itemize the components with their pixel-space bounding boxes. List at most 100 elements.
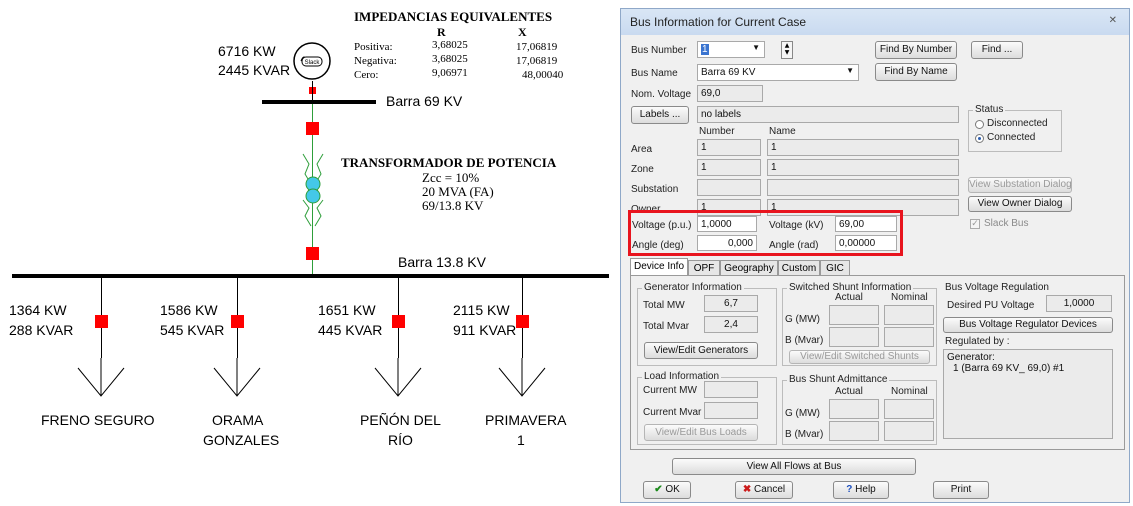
voltage-kv-field[interactable]: 69,00: [835, 216, 897, 232]
bus-shunt-b-nominal: [884, 421, 934, 441]
lv-breaker[interactable]: [306, 247, 319, 260]
labels-button[interactable]: Labels ...: [631, 106, 689, 124]
total-mvar-label: Total Mvar: [643, 321, 690, 332]
regulated-by-device: 1 (Barra 69 KV_ 69,0) #1: [953, 363, 1065, 374]
current-mvar-label: Current Mvar: [643, 407, 702, 418]
dialog-title: Bus Information for Current Case: [630, 15, 807, 29]
switched-actual-header: Actual: [835, 292, 863, 303]
substation-number-field[interactable]: [697, 179, 761, 196]
generator-icon[interactable]: Slack: [292, 41, 332, 81]
zone-label: Zone: [631, 164, 654, 175]
angle-rad-field[interactable]: 0,00000: [835, 235, 897, 251]
switched-g-nominal: [884, 305, 934, 325]
imp-row-x: 17,06819: [516, 41, 558, 53]
status-title: Status: [973, 104, 1006, 115]
feeder-breaker[interactable]: [392, 315, 405, 328]
bus-shunt-group: Bus Shunt Admittance Actual Nominal G (M…: [782, 374, 937, 445]
tab-geography[interactable]: Geography: [720, 260, 778, 276]
feeder-breaker[interactable]: [516, 315, 529, 328]
bus-number-spinner[interactable]: ▲ ▼: [781, 41, 793, 59]
imp-row-r: 3,68025: [432, 53, 468, 65]
load-arrow-icon[interactable]: [497, 356, 547, 398]
imp-row-label: Positiva:: [354, 41, 393, 53]
find-by-number-button[interactable]: Find By Number: [875, 41, 957, 59]
voltage-pu-label: Voltage (p.u.): [632, 220, 692, 231]
load-arrow-icon[interactable]: [373, 356, 423, 398]
bus-voltage-regulator-devices-button[interactable]: Bus Voltage Regulator Devices: [943, 317, 1113, 333]
ok-button[interactable]: ✔ OK: [643, 481, 691, 499]
load-arrow-icon[interactable]: [76, 356, 126, 398]
close-icon[interactable]: ✕: [1109, 15, 1117, 26]
tab-opf[interactable]: OPF: [688, 260, 720, 276]
impedance-title: IMPEDANCIAS EQUIVALENTES: [354, 9, 553, 24]
tab-gic[interactable]: GIC: [820, 260, 850, 276]
angle-deg-field[interactable]: 0,000: [697, 235, 757, 251]
area-label: Area: [631, 144, 653, 155]
cancel-button[interactable]: ✖ Cancel: [735, 481, 793, 499]
disconnected-radio[interactable]: [975, 120, 984, 129]
find-button[interactable]: Find ...: [971, 41, 1023, 59]
zone-name-field[interactable]: 1: [767, 159, 959, 176]
spin-up-icon[interactable]: ▲: [782, 42, 792, 49]
bus-shunt-g-label: G (MW): [785, 408, 820, 419]
hv-breaker[interactable]: [306, 122, 319, 135]
load-name: PRIMAVERA: [485, 412, 567, 428]
zone-number-field[interactable]: 1: [697, 159, 761, 176]
load-name-line2: 1: [517, 432, 525, 448]
generator-info-group: Generator Information Total MW 6,7 Total…: [637, 282, 777, 366]
bus-69kv[interactable]: [262, 100, 376, 104]
labels-field: no labels: [697, 106, 959, 123]
transformer-title: TRANSFORMADOR DE POTENCIA: [341, 155, 557, 170]
substation-label: Substation: [631, 184, 679, 195]
find-by-name-button[interactable]: Find By Name: [875, 63, 957, 81]
view-edit-bus-loads-button[interactable]: View/Edit Bus Loads: [644, 424, 758, 441]
chevron-down-icon[interactable]: ▼: [752, 43, 760, 52]
transformer-icon[interactable]: [297, 150, 329, 230]
angle-rad-label: Angle (rad): [769, 240, 819, 251]
imp-row-label: Negativa:: [354, 55, 397, 67]
feeder-breaker[interactable]: [231, 315, 244, 328]
view-substation-dialog-button[interactable]: View Substation Dialog: [968, 177, 1072, 193]
switched-b-nominal: [884, 327, 934, 347]
disconnected-label[interactable]: Disconnected: [987, 118, 1048, 129]
view-owner-dialog-button[interactable]: View Owner Dialog: [968, 196, 1072, 212]
desired-pu-voltage-field: 1,0000: [1046, 295, 1112, 312]
load-kvar: 911 KVAR: [453, 322, 517, 338]
switched-b-actual: [829, 327, 879, 347]
load-kvar: 445 KVAR: [318, 322, 383, 338]
question-icon: ?: [846, 484, 853, 495]
view-all-flows-button[interactable]: View All Flows at Bus: [672, 458, 916, 475]
tab-custom[interactable]: Custom: [778, 260, 820, 276]
connected-radio[interactable]: [975, 134, 984, 143]
view-edit-switched-shunts-button[interactable]: View/Edit Switched Shunts: [789, 350, 930, 364]
substation-name-field[interactable]: [767, 179, 959, 196]
connected-label[interactable]: Connected: [987, 132, 1035, 143]
bus-69kv-label: Barra 69 KV: [386, 93, 463, 109]
load-arrow-icon[interactable]: [212, 356, 262, 398]
bus-voltage-regulation-group: Bus Voltage Regulation Desired PU Voltag…: [942, 282, 1117, 451]
tab-device-info[interactable]: Device Info: [630, 258, 688, 276]
bus-name-combo[interactable]: Barra 69 KV ▼: [697, 64, 859, 81]
imp-row-r: 3,68025: [432, 39, 468, 51]
view-edit-generators-button[interactable]: View/Edit Generators: [644, 342, 758, 359]
generator-info-title: Generator Information: [642, 282, 744, 293]
help-button[interactable]: ? Help: [833, 481, 889, 499]
impedance-col-r: R: [437, 25, 446, 39]
bus-shunt-b-label: B (Mvar): [785, 429, 824, 440]
slack-bus-checkbox[interactable]: ✓: [970, 219, 980, 229]
bus-number-combo[interactable]: 1 ▼: [697, 41, 765, 58]
imp-row-label: Cero:: [354, 69, 379, 81]
print-button[interactable]: Print: [933, 481, 989, 499]
spin-down-icon[interactable]: ▼: [782, 49, 792, 56]
load-kvar: 545 KVAR: [160, 322, 225, 338]
nom-voltage-field: 69,0: [697, 85, 763, 102]
voltage-pu-field[interactable]: 1,0000: [697, 216, 757, 232]
dialog-titlebar[interactable]: Bus Information for Current Case ✕: [621, 9, 1129, 35]
feeder-breaker[interactable]: [95, 315, 108, 328]
nom-voltage-label: Nom. Voltage: [631, 89, 692, 100]
load-name-line2: RÍO: [388, 432, 413, 448]
area-name-field[interactable]: 1: [767, 139, 959, 156]
area-number-field[interactable]: 1: [697, 139, 761, 156]
generator-connector: [312, 81, 313, 101]
chevron-down-icon[interactable]: ▼: [846, 66, 854, 75]
